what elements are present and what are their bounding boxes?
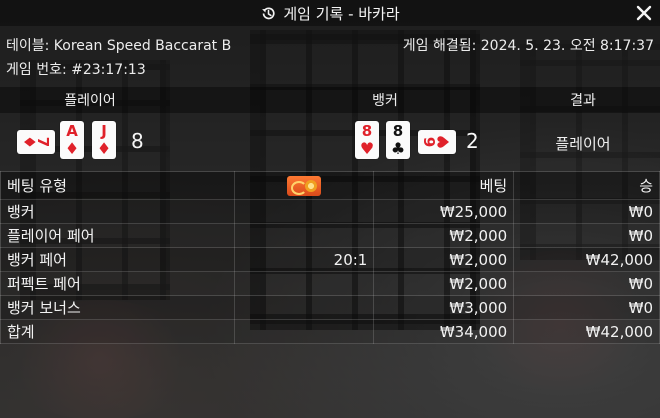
total-label: 합계 xyxy=(0,319,235,344)
player-card-2: A ♦ xyxy=(60,121,84,159)
banker-card-2: 8 ♣ xyxy=(386,121,410,159)
table-row: 뱅커 페어 20:1 ₩2,000 ₩42,000 xyxy=(0,247,660,272)
win-amount-cell: ₩0 xyxy=(513,295,660,320)
win-amount-cell: ₩0 xyxy=(513,223,660,248)
bet-amount-cell: ₩2,000 xyxy=(373,247,515,272)
table-name: 테이블: Korean Speed Baccarat B xyxy=(6,38,232,54)
banker-card-1: 8 ♥ xyxy=(355,121,379,159)
col-bet-type: 베팅 유형 xyxy=(0,171,235,200)
table-row: 플레이어 페어 ₩2,000 ₩0 xyxy=(0,223,660,248)
bets-header-row: 베팅 유형 베팅 승 xyxy=(0,171,660,200)
close-button[interactable] xyxy=(634,3,654,23)
result-outcome: 플레이어 xyxy=(555,135,611,153)
bet-type-cell: 뱅커 xyxy=(0,199,235,224)
card-rank: 8 xyxy=(361,122,373,140)
heart-suit-icon: ♥ xyxy=(434,134,453,150)
history-icon xyxy=(262,6,275,19)
club-suit-icon: ♣ xyxy=(390,139,406,158)
bet-amount-cell: ₩25,000 xyxy=(373,199,515,224)
player-score: 8 xyxy=(131,129,144,153)
table-row: 퍼펙트 페어 ₩2,000 ₩0 xyxy=(0,271,660,296)
card-rank: A xyxy=(66,122,78,140)
game-number: 게임 번호: #23:17:13 xyxy=(6,62,146,78)
col-odds xyxy=(233,171,375,200)
banker-score: 2 xyxy=(466,129,479,153)
card-rank: J xyxy=(101,122,107,140)
resolved-time: 게임 해결됨: 2024. 5. 23. 오전 8:17:37 xyxy=(402,38,654,54)
table-row: 뱅커 ₩25,000 ₩0 xyxy=(0,199,660,224)
diamond-suit-icon: ♦ xyxy=(20,134,39,150)
player-card-3: J ♦ xyxy=(92,121,116,159)
diamond-suit-icon: ♦ xyxy=(96,139,112,158)
win-amount-cell: ₩42,000 xyxy=(513,247,660,272)
result-header: 결과 xyxy=(570,93,596,109)
bet-type-cell: 뱅커 페어 xyxy=(0,247,235,272)
banker-card-3: 6 ♥ xyxy=(418,130,456,154)
odds-cell xyxy=(233,199,375,224)
banker-header: 뱅커 xyxy=(372,93,398,109)
odds-cell xyxy=(233,295,375,320)
odds-cell xyxy=(233,223,375,248)
total-row: 합계 ₩34,000 ₩42,000 xyxy=(0,319,660,344)
odds-cell: 20:1 xyxy=(233,247,375,272)
diamond-suit-icon: ♦ xyxy=(64,139,80,158)
title-group: 게임 기록 - 바카라 xyxy=(260,3,400,24)
game-history-panel: 게임 기록 - 바카라 테이블: Korean Speed Baccarat B… xyxy=(0,0,660,418)
win-amount-cell: ₩0 xyxy=(513,271,660,296)
bonus-chip-icon xyxy=(286,175,321,196)
title-bar: 게임 기록 - 바카라 xyxy=(0,0,660,26)
odds-cell xyxy=(233,319,375,344)
table-row: 뱅커 보너스 ₩3,000 ₩0 xyxy=(0,295,660,320)
bets-table: 베팅 유형 베팅 승 뱅커 ₩25,000 ₩0 플레이어 페어 ₩2,000 … xyxy=(0,171,660,344)
bet-type-cell: 뱅커 보너스 xyxy=(0,295,235,320)
bet-type-cell: 퍼펙트 페어 xyxy=(0,271,235,296)
player-header: 플레이어 xyxy=(64,93,116,109)
window-title: 게임 기록 - 바카라 xyxy=(283,4,400,23)
bet-amount-cell: ₩3,000 xyxy=(373,295,515,320)
odds-cell xyxy=(233,271,375,296)
heart-suit-icon: ♥ xyxy=(359,139,375,158)
close-icon xyxy=(636,5,652,21)
player-card-1: 7 ♦ xyxy=(17,130,55,154)
bet-amount-cell: ₩2,000 xyxy=(373,271,515,296)
total-bet: ₩34,000 xyxy=(373,319,515,344)
card-rank: 8 xyxy=(392,122,404,140)
col-bet: 베팅 xyxy=(373,171,515,200)
total-win: ₩42,000 xyxy=(513,319,660,344)
win-amount-cell: ₩0 xyxy=(513,199,660,224)
col-win: 승 xyxy=(513,171,660,200)
bet-type-cell: 플레이어 페어 xyxy=(0,223,235,248)
bet-amount-cell: ₩2,000 xyxy=(373,223,515,248)
